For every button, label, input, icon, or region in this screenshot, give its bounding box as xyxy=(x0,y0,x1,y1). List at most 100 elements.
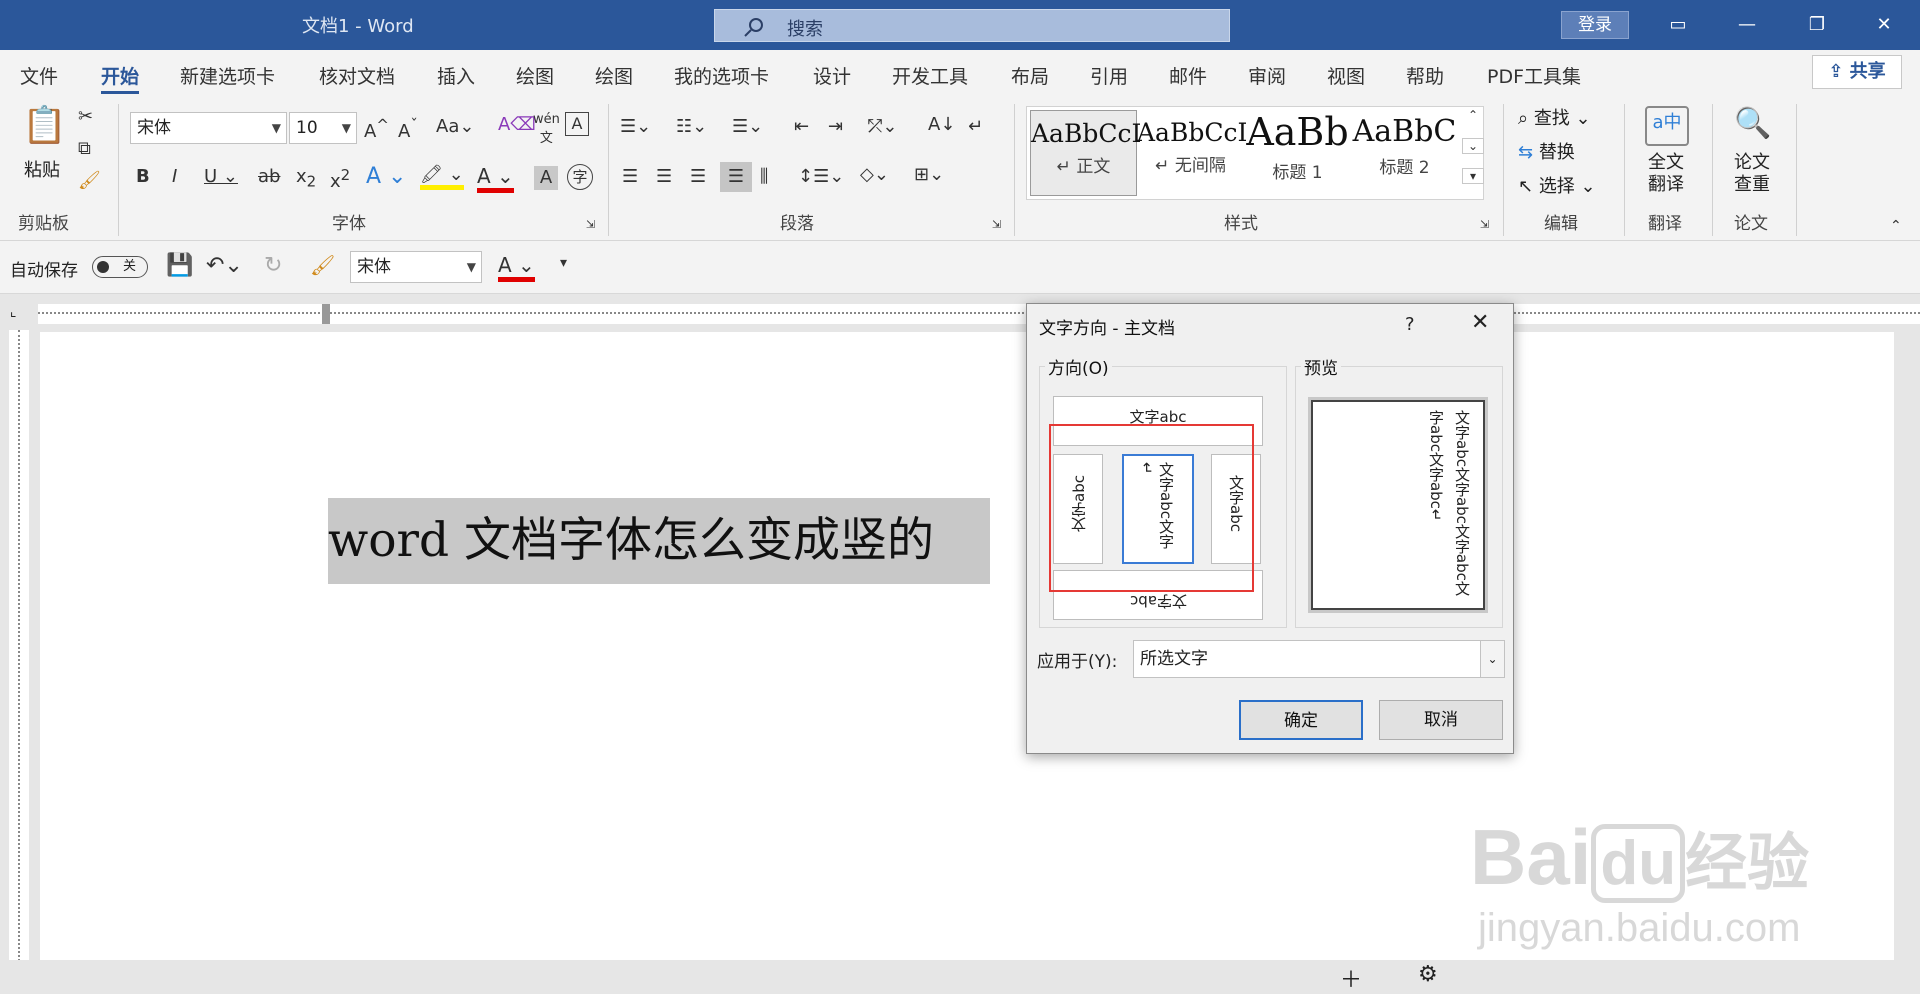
styles-more-icon[interactable]: ▾ xyxy=(1462,168,1484,184)
search-box[interactable]: 搜索 xyxy=(714,9,1230,42)
collapse-ribbon-icon[interactable]: ⌃ xyxy=(1890,218,1902,234)
tab-developer[interactable]: 开发工具 xyxy=(892,62,968,89)
qat-font-combo[interactable]: 宋体 ▼ xyxy=(350,251,482,283)
underline-icon[interactable]: U ⌄ xyxy=(204,166,238,187)
font-dialog-launcher-icon[interactable]: ⇲ xyxy=(586,218,595,231)
style-heading-2[interactable]: AaBbC 标题 2 xyxy=(1351,110,1458,196)
paper-check-button[interactable]: 论文 查重 xyxy=(1734,152,1770,196)
autosave-toggle[interactable]: 关 xyxy=(92,256,148,278)
align-left-icon[interactable]: ☰ xyxy=(622,166,638,187)
tab-check[interactable]: 核对文档 xyxy=(319,62,395,89)
increase-indent-icon[interactable]: ⇥ xyxy=(828,116,843,137)
font-color-icon[interactable]: A ⌄ xyxy=(477,164,514,193)
text-direction-icon[interactable]: ⤱⌄ xyxy=(868,116,897,137)
minimize-icon[interactable]: — xyxy=(1727,10,1767,40)
styles-dialog-launcher-icon[interactable]: ⇲ xyxy=(1480,218,1489,231)
gear-icon[interactable]: ⚙ xyxy=(1418,962,1438,987)
bold-icon[interactable]: B xyxy=(136,166,150,187)
cut-icon[interactable]: ✂ xyxy=(78,106,93,127)
tab-review[interactable]: 审阅 xyxy=(1248,62,1286,89)
distributed-icon[interactable]: ⫼ xyxy=(760,166,768,187)
shading-icon[interactable]: ◇⌄ xyxy=(860,164,889,185)
tab-mailings[interactable]: 邮件 xyxy=(1169,62,1207,89)
numbering-icon[interactable]: ☷⌄ xyxy=(676,116,707,137)
change-case-icon[interactable]: Aa⌄ xyxy=(436,116,474,137)
find-button[interactable]: ⌕ 查找 ⌄ xyxy=(1518,104,1591,130)
enclose-char-icon[interactable]: 字 xyxy=(567,164,593,190)
align-right-icon[interactable]: ☰ xyxy=(690,166,706,187)
shrink-font-icon[interactable]: Aˇ xyxy=(398,116,418,142)
horizontal-ruler[interactable] xyxy=(38,304,1920,324)
redo-icon[interactable]: ↻ xyxy=(264,253,282,278)
styles-scroll-up-icon[interactable]: ⌃ xyxy=(1462,108,1484,122)
tab-design[interactable]: 设计 xyxy=(813,62,851,89)
close-window-icon[interactable]: ✕ xyxy=(1864,10,1904,40)
format-painter-icon[interactable]: 🖌 xyxy=(78,170,101,191)
font-size-combo[interactable]: 10 ▼ xyxy=(289,112,357,144)
vertical-ruler[interactable] xyxy=(9,330,29,985)
replace-button[interactable]: ⇆ 替换 xyxy=(1518,138,1575,164)
paste-label[interactable]: 粘贴 xyxy=(24,156,60,182)
indent-marker[interactable] xyxy=(322,304,330,324)
char-shading-icon[interactable]: A xyxy=(534,166,558,190)
selected-document-text[interactable]: word 文档字体怎么变成竖的 xyxy=(328,498,990,584)
format-painter-qat-icon[interactable]: 🖌 xyxy=(310,253,335,277)
subscript-icon[interactable]: x2 xyxy=(296,166,316,191)
translate-icon[interactable]: a中 xyxy=(1645,106,1689,146)
bullets-icon[interactable]: ☰⌄ xyxy=(620,116,651,137)
undo-icon[interactable]: ↶⌄ xyxy=(206,253,243,278)
plagiarism-check-icon[interactable]: 🔍 xyxy=(1733,106,1773,148)
select-button[interactable]: ↖ 选择 ⌄ xyxy=(1518,172,1596,198)
paste-icon[interactable]: 📋 xyxy=(22,104,67,154)
customize-qat-icon[interactable]: ▾ xyxy=(560,255,567,271)
paragraph-dialog-launcher-icon[interactable]: ⇲ xyxy=(992,218,1001,231)
tab-file[interactable]: 文件 xyxy=(20,62,58,89)
ribbon-display-icon[interactable]: ▭ xyxy=(1658,10,1698,40)
cancel-button[interactable]: 取消 xyxy=(1379,700,1503,740)
full-translate-button[interactable]: 全文 翻译 xyxy=(1648,152,1684,196)
borders-icon[interactable]: ⊞⌄ xyxy=(914,164,944,185)
font-name-combo[interactable]: 宋体 ▼ xyxy=(130,112,287,144)
tab-new[interactable]: 新建选项卡 xyxy=(180,62,275,89)
apply-to-select[interactable]: 所选文字 ⌄ xyxy=(1133,640,1505,678)
tab-draw-1[interactable]: 绘图 xyxy=(516,62,554,89)
grow-font-icon[interactable]: A^ xyxy=(364,116,389,142)
save-icon[interactable]: 💾 xyxy=(166,253,193,278)
sort-icon[interactable]: A↓ xyxy=(928,114,955,135)
style-no-spacing[interactable]: AaBbCcI ↵ 无间隔 xyxy=(1137,110,1247,196)
style-heading-1[interactable]: AaBb 标题 1 xyxy=(1244,110,1351,196)
add-icon[interactable]: ＋ xyxy=(1340,962,1362,994)
superscript-icon[interactable]: x2 xyxy=(330,166,350,192)
close-icon[interactable]: ✕ xyxy=(1471,310,1489,335)
tab-home[interactable]: 开始 xyxy=(101,62,140,94)
restore-icon[interactable]: ❐ xyxy=(1797,10,1837,40)
tab-selector-icon[interactable]: ⌞ xyxy=(10,304,26,320)
tab-draw-2[interactable]: 绘图 xyxy=(595,62,633,89)
qat-font-color-icon[interactable]: A ⌄ xyxy=(498,253,535,282)
style-normal[interactable]: AaBbCcI ↵ 正文 xyxy=(1030,110,1141,196)
tab-layout[interactable]: 布局 xyxy=(1011,62,1049,89)
line-spacing-icon[interactable]: ↕☰⌄ xyxy=(798,166,844,187)
tab-references[interactable]: 引用 xyxy=(1090,62,1128,89)
decrease-indent-icon[interactable]: ⇤ xyxy=(794,116,809,137)
help-button[interactable]: ? xyxy=(1405,314,1415,335)
phonetic-guide-icon[interactable]: wén 文 xyxy=(533,112,560,146)
tab-view[interactable]: 视图 xyxy=(1327,62,1365,89)
copy-icon[interactable]: ⧉ xyxy=(78,138,91,159)
ok-button[interactable]: 确定 xyxy=(1239,700,1363,740)
strikethrough-icon[interactable]: ab xyxy=(258,166,280,187)
styles-scroll-down-icon[interactable]: ⌄ xyxy=(1462,138,1484,154)
tab-help[interactable]: 帮助 xyxy=(1406,62,1444,89)
italic-icon[interactable]: I xyxy=(172,166,177,187)
share-button[interactable]: ⇪ 共享 xyxy=(1812,55,1902,89)
char-border-icon[interactable]: A xyxy=(565,112,589,136)
clear-format-icon[interactable]: A⌫ xyxy=(498,114,536,135)
tab-my[interactable]: 我的选项卡 xyxy=(674,62,769,89)
show-marks-icon[interactable]: ↵ xyxy=(968,116,983,137)
tab-pdf[interactable]: PDF工具集 xyxy=(1487,62,1581,89)
login-button[interactable]: 登录 xyxy=(1561,11,1629,39)
justify-icon[interactable]: ☰ xyxy=(720,162,752,192)
tab-insert[interactable]: 插入 xyxy=(437,62,475,89)
multilevel-list-icon[interactable]: ☰⌄ xyxy=(732,116,763,137)
text-effects-icon[interactable]: A ⌄ xyxy=(366,164,406,189)
